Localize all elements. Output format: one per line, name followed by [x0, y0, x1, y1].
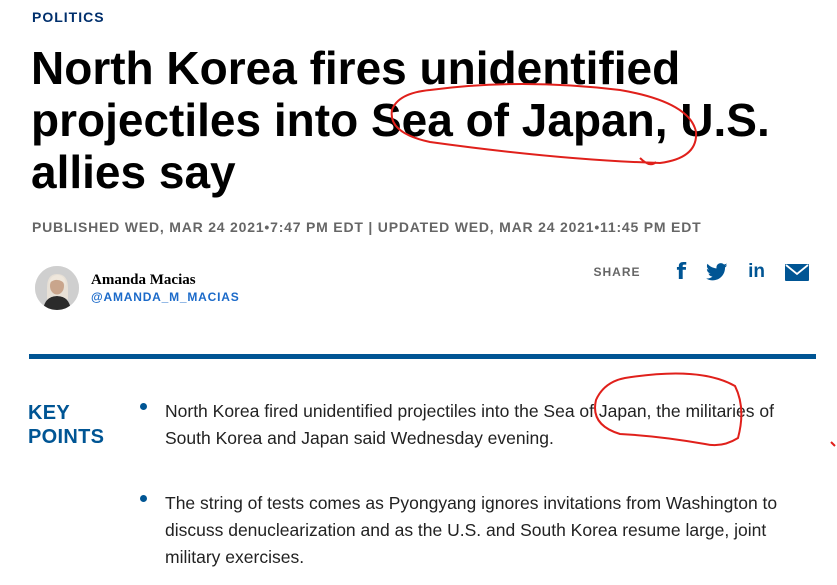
article-headline: North Korea fires unidentified projectil…	[31, 42, 770, 198]
facebook-icon[interactable]: f	[677, 260, 687, 285]
key-points-heading: KEY POINTS	[28, 402, 105, 448]
key-point-text: North Korea fired unidentified projectil…	[165, 401, 774, 448]
article-timestamp: PUBLISHED WED, MAR 24 2021•7:47 PM EDT |…	[32, 219, 702, 235]
author-handle[interactable]: @AMANDA_M_MACIAS	[91, 289, 240, 305]
author-text: Amanda Macias @AMANDA_M_MACIAS	[91, 271, 240, 305]
section-label[interactable]: POLITICS	[32, 9, 105, 25]
author-avatar[interactable]	[35, 266, 79, 310]
share-label: SHARE	[593, 265, 641, 279]
author-name[interactable]: Amanda Macias	[91, 271, 240, 289]
key-point-text: The string of tests comes as Pyongyang i…	[165, 493, 778, 567]
twitter-icon[interactable]	[706, 263, 728, 281]
share-bar: SHARE f in	[594, 259, 809, 285]
email-icon[interactable]	[785, 263, 809, 281]
linkedin-icon[interactable]: in	[748, 261, 765, 283]
article-page: POLITICS North Korea fires unidentified …	[0, 0, 837, 585]
bullet-icon	[140, 403, 147, 410]
author-byline: Amanda Macias @AMANDA_M_MACIAS	[35, 265, 240, 311]
key-point-item: The string of tests comes as Pyongyang i…	[140, 490, 780, 571]
section-divider	[29, 354, 816, 359]
key-points-list: North Korea fired unidentified projectil…	[140, 398, 780, 585]
key-point-item: North Korea fired unidentified projectil…	[140, 398, 780, 452]
bullet-icon	[140, 495, 147, 502]
margin-mark-annotation	[830, 441, 836, 447]
